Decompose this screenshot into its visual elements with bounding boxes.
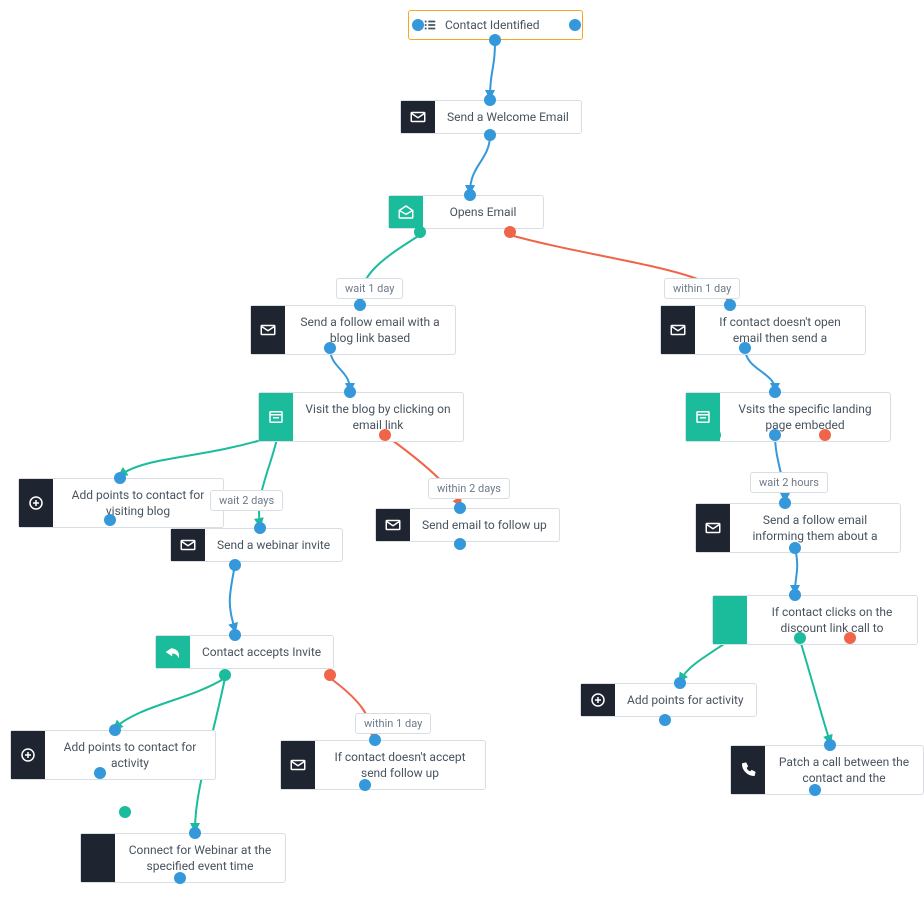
node-points-blog[interactable]: Add points to contact for visiting blog [18,478,224,528]
node-label: Add points to contact for activity [57,739,203,771]
mail-icon [171,529,205,561]
port-bottom[interactable] [229,559,241,571]
action-icon [81,834,115,882]
port-bottom[interactable] [94,767,106,779]
node-label: Send a webinar invite [217,537,330,553]
port-top[interactable] [789,589,801,601]
port-bottom[interactable] [489,34,501,46]
port-no[interactable] [844,632,856,644]
add-points-icon [11,731,45,779]
node-points-activity-left[interactable]: Add points to contact for activity [10,730,216,780]
port-bottom[interactable] [104,514,116,526]
start-label: Contact Identified [445,17,540,33]
mail-icon [376,509,410,541]
port-no[interactable] [819,429,831,441]
node-label: Visit the blog by clicking on email link [305,401,451,433]
port-bottom[interactable] [359,779,371,791]
reply-icon [156,636,190,668]
port-no[interactable] [379,429,391,441]
node-label: If contact clicks on the discount link c… [759,604,905,636]
add-points-icon [581,684,615,716]
node-label: Vsits the specific landing page embeded [732,401,878,433]
port-bottom[interactable] [454,538,466,550]
port-yes[interactable] [414,226,426,238]
node-discount-click[interactable]: If contact clicks on the discount link c… [712,595,918,645]
port-top[interactable] [674,677,686,689]
node-label: Add points to contact for visiting blog [65,487,211,519]
node-label: Patch a call between the contact and the [777,754,911,786]
node-label: Send a Welcome Email [447,109,569,125]
mail-icon [401,101,435,133]
mail-icon [696,504,730,552]
port-yes[interactable] [724,632,736,644]
port-bottom[interactable] [324,342,336,354]
badge-wait-2-hours: wait 2 hours [750,472,828,493]
port-top[interactable] [824,739,836,751]
list-icon [423,18,437,32]
port-yes[interactable] [219,669,231,681]
port-right[interactable] [569,19,581,31]
node-no-open[interactable]: If contact doesn't open email then send … [660,305,866,355]
badge-within-1-day: within 1 day [664,278,740,299]
port-top[interactable] [114,472,126,484]
node-points-activity-right[interactable]: Add points for activity [580,683,757,717]
port-top[interactable] [454,502,466,514]
badge-within-2-days: within 2 days [428,478,510,499]
node-email-follow-up[interactable]: Send email to follow up [375,508,560,542]
node-label: Contact accepts Invite [202,644,321,660]
node-label: Connect for Webinar at the specified eve… [127,842,273,874]
badge-wait-2-days: wait 2 days [210,490,283,511]
mail-icon [251,306,285,354]
port-bottom[interactable] [809,784,821,796]
node-patch-call[interactable]: Patch a call between the contact and the [730,745,924,795]
port-top[interactable] [189,827,201,839]
port-top[interactable] [229,629,241,641]
port-bottom[interactable] [789,542,801,554]
port-bottom[interactable] [769,429,781,441]
mail-icon [281,741,315,789]
open-mail-icon [389,196,423,228]
node-label: Opens Email [450,204,517,220]
node-follow-blog[interactable]: Send a follow email with a blog link bas… [250,305,456,355]
port-top[interactable] [769,386,781,398]
port-top[interactable] [464,189,476,201]
node-label: Send a follow email informing them about… [742,512,888,544]
port-no[interactable] [504,226,516,238]
add-points-icon [19,479,53,527]
phone-icon [731,746,765,794]
port-no[interactable] [324,669,336,681]
port-top[interactable] [724,299,736,311]
node-label: If contact doesn't open email then send … [707,314,853,346]
port-top[interactable] [254,522,266,534]
port-yes[interactable] [709,429,721,441]
node-no-accept[interactable]: If contact doesn't accept send follow up [280,740,486,790]
port-left[interactable] [412,19,424,31]
port-yes2[interactable] [794,632,806,644]
node-label: Send a follow email with a blog link bas… [297,314,443,346]
port-yes[interactable] [272,429,284,441]
node-accepts-invite[interactable]: Contact accepts Invite [155,635,334,669]
port-bottom[interactable] [659,714,671,726]
port-top[interactable] [344,386,356,398]
badge-within-1-day-b: within 1 day [355,713,431,734]
badge-wait-1-day: wait 1 day [336,278,403,299]
port-extra[interactable] [119,806,131,818]
node-label: Add points for activity [627,692,744,708]
node-label: Send email to follow up [422,517,547,533]
node-visit-blog[interactable]: Visit the blog by clicking on email link [258,392,464,442]
node-label: If contact doesn't accept send follow up [327,749,473,781]
port-top[interactable] [109,724,121,736]
port-top[interactable] [779,497,791,509]
port-top[interactable] [354,299,366,311]
port-top[interactable] [484,94,496,106]
port-bottom[interactable] [484,129,496,141]
port-bottom[interactable] [174,872,186,884]
port-bottom[interactable] [739,342,751,354]
mail-icon [661,306,695,354]
port-top[interactable] [369,734,381,746]
